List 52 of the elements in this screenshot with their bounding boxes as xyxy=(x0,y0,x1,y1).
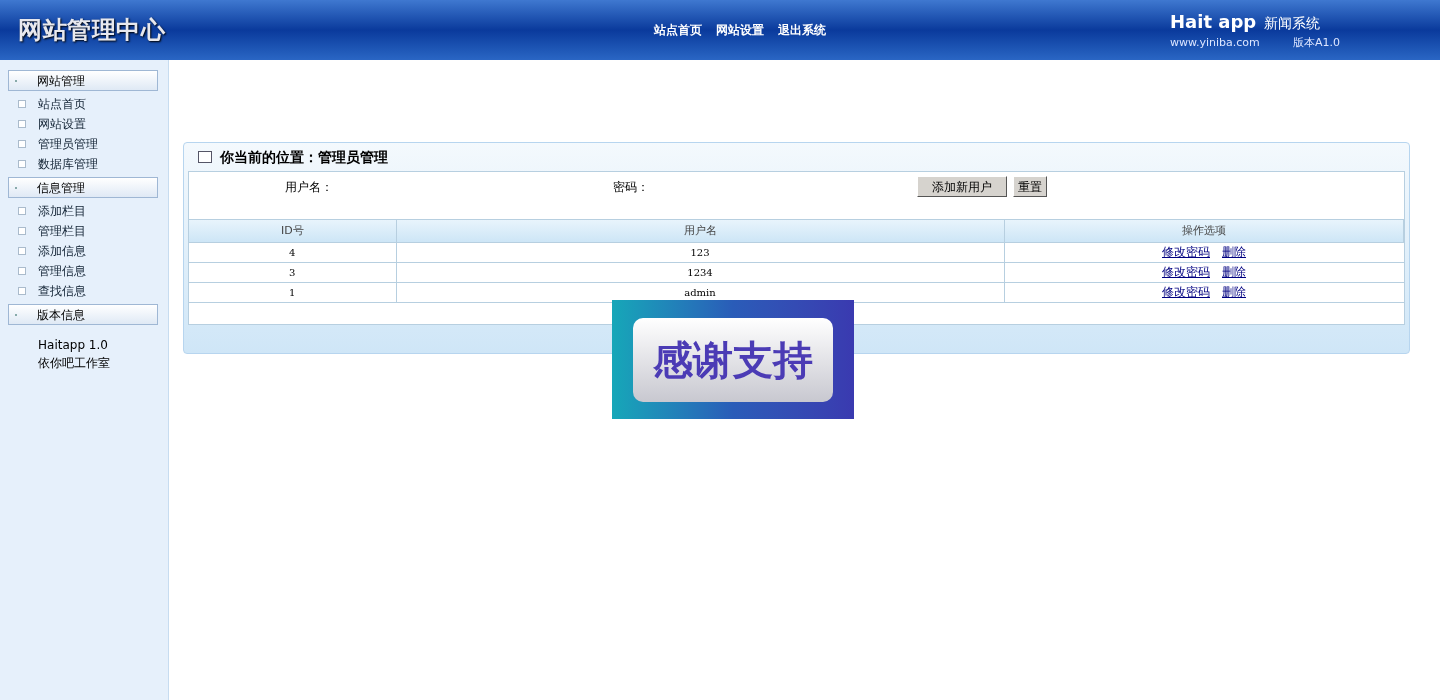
form-button[interactable]: 添加新用户 xyxy=(917,176,1007,197)
sidebar-link[interactable]: 数据库管理 xyxy=(38,155,98,173)
version-info: Haitapp 1.0 xyxy=(37,337,109,354)
sidebar-link[interactable]: 添加栏目 xyxy=(38,202,86,220)
banner-text: 感谢支持 xyxy=(633,317,833,402)
nav-link[interactable]: 网站设置 xyxy=(716,21,764,39)
form-button[interactable]: 重置 xyxy=(1013,176,1047,197)
action-link[interactable]: 删除 xyxy=(1222,245,1246,260)
sidebar-link[interactable]: 网站设置 xyxy=(38,115,86,133)
column-header: ID号 xyxy=(189,219,396,243)
bullet-icon xyxy=(18,120,26,128)
action-link[interactable]: 修改密码 xyxy=(1162,245,1210,260)
action-link[interactable]: 删除 xyxy=(1222,265,1246,280)
bullet-icon xyxy=(18,287,26,295)
sidebar-link[interactable]: 管理栏目 xyxy=(38,222,86,240)
field-label: 密码： xyxy=(613,179,649,196)
bullet-icon xyxy=(18,140,26,148)
panel-icon xyxy=(198,151,212,163)
sidebar-group-header[interactable]: 网站管理 xyxy=(8,70,158,91)
table-cell: 3 xyxy=(189,262,396,283)
brand-product: 新闻系统 xyxy=(1264,14,1321,34)
sidebar-group-header[interactable]: 版本信息 xyxy=(8,304,158,325)
site-title: 网站管理中心 xyxy=(18,16,166,44)
bullet-icon xyxy=(18,160,26,168)
bullet-icon xyxy=(18,207,26,215)
panel-title: 你当前的位置：管理员管理 xyxy=(220,147,388,167)
nav-link[interactable]: 退出系统 xyxy=(778,21,826,39)
table-cell: 1234 xyxy=(396,262,1004,283)
bullet-icon xyxy=(18,247,26,255)
bullet-icon xyxy=(18,227,26,235)
sidebar-link[interactable]: 管理信息 xyxy=(38,262,86,280)
bullet-icon xyxy=(18,267,26,275)
column-header: 用户名 xyxy=(396,219,1004,243)
action-link[interactable]: 修改密码 xyxy=(1162,285,1210,300)
action-link[interactable]: 删除 xyxy=(1222,285,1246,300)
version-info: 依你吧工作室 xyxy=(37,355,111,372)
action-link[interactable]: 修改密码 xyxy=(1162,265,1210,280)
brand-url: www.yiniba.com xyxy=(1170,35,1260,52)
sidebar-group-header[interactable]: 信息管理 xyxy=(8,177,158,198)
sidebar-link[interactable]: 站点首页 xyxy=(38,95,86,113)
field-label: 用户名： xyxy=(285,179,333,196)
nav-link[interactable]: 站点首页 xyxy=(654,21,702,39)
brand-name: Hait app xyxy=(1170,10,1257,35)
bullet-icon xyxy=(18,100,26,108)
table-cell: 123 xyxy=(396,242,1004,263)
sidebar-link[interactable]: 管理员管理 xyxy=(38,135,98,153)
sidebar-link[interactable]: 添加信息 xyxy=(38,242,86,260)
column-header: 操作选项 xyxy=(1004,219,1404,243)
sidebar-link[interactable]: 查找信息 xyxy=(38,282,86,300)
table-cell: 1 xyxy=(189,282,396,303)
table-cell: 4 xyxy=(189,242,396,263)
version-label: 版本A1.0 xyxy=(1292,35,1340,52)
